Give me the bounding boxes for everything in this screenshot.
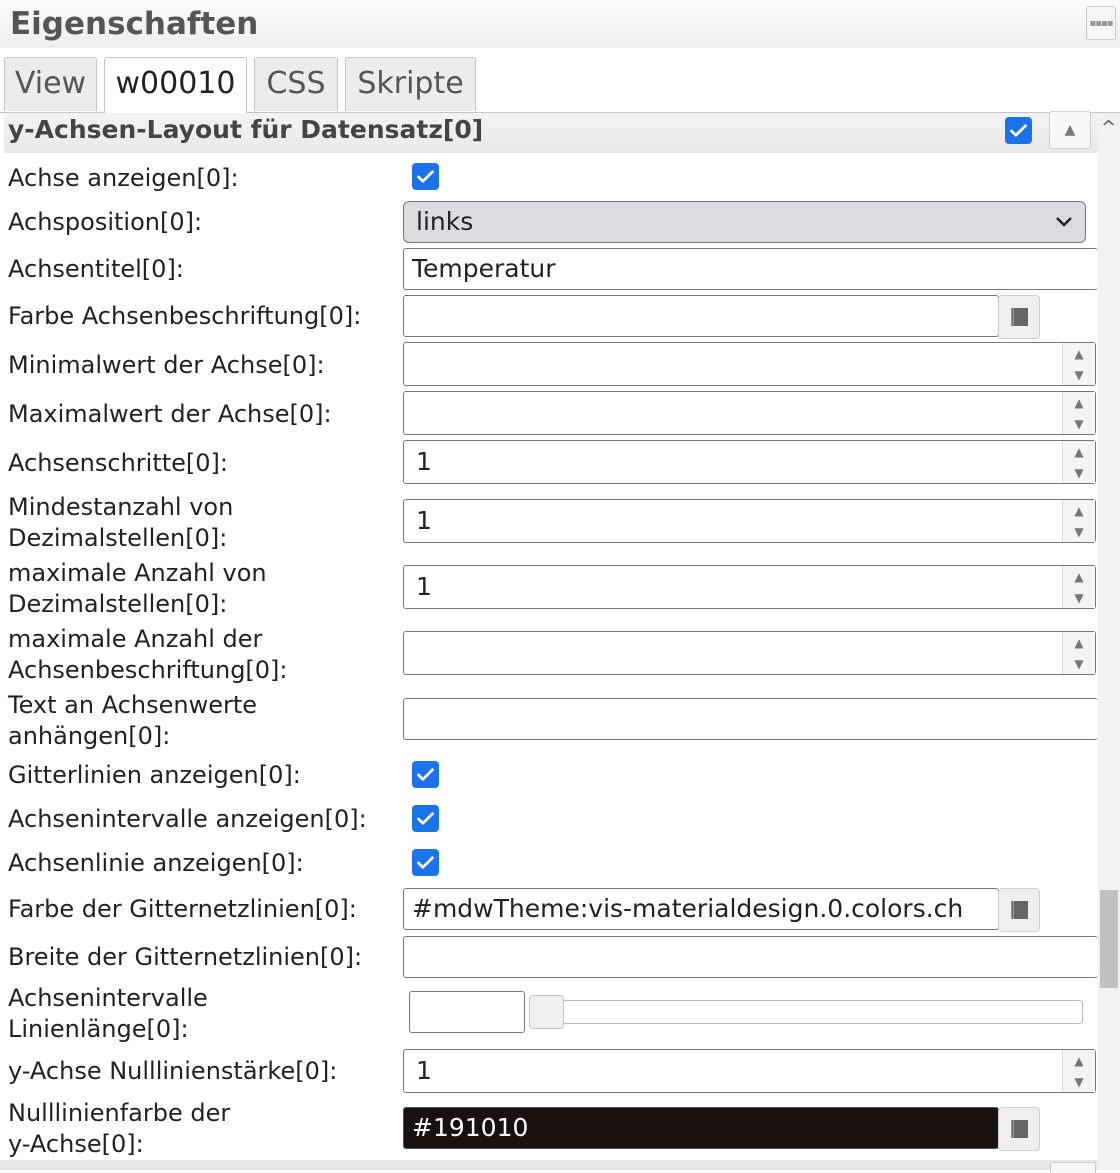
axis-title-label: Achsentitel[0]: — [8, 255, 184, 283]
zero-line-width-input[interactable]: 1 ▲ ▼ — [403, 1049, 1096, 1093]
caret-up-icon[interactable]: ▲ — [1074, 637, 1083, 649]
show-gridlines-label: Gitterlinien anzeigen[0]: — [8, 761, 301, 789]
zero-line-color-input[interactable]: #191010 — [403, 1107, 999, 1149]
axis-position-select[interactable]: links — [403, 201, 1086, 243]
caret-down-icon[interactable]: ▼ — [1074, 592, 1083, 604]
grip-icon[interactable]: ▪▪▪▪ — [1086, 6, 1116, 40]
panel-title: Eigenschaften — [10, 6, 259, 42]
min-decimals-label-line1: Mindestanzahl von — [8, 493, 234, 521]
caret-up-icon[interactable]: ▲ — [1074, 446, 1083, 458]
section-header: y-Achsen-Layout für Datensatz[0] ▲ — [4, 111, 1098, 153]
max-decimals-input[interactable]: 1 ▲ ▼ — [403, 565, 1096, 609]
axis-min-label: Minimalwert der Achse[0]: — [8, 351, 325, 379]
scrollbar[interactable]: ^ — [1098, 113, 1120, 1170]
grid-width-label: Breite der Gitternetzlinien[0]: — [8, 943, 363, 971]
max-axis-labels-input[interactable]: ▲ ▼ — [403, 631, 1096, 675]
caret-down-icon[interactable]: ▼ — [1074, 418, 1083, 430]
chevron-up-icon[interactable]: ^ — [1101, 117, 1116, 138]
panel-titlebar: Eigenschaften ▪▪▪▪ — [0, 0, 1120, 49]
axis-position-value: links — [416, 207, 474, 236]
axis-max-label: Maximalwert der Achse[0]: — [8, 400, 332, 428]
axis-label-color-input[interactable] — [403, 295, 999, 337]
interval-length-slider-handle[interactable] — [529, 995, 564, 1029]
axis-min-input[interactable]: ▲ ▼ — [403, 342, 1096, 386]
tab-css[interactable]: CSS — [254, 57, 338, 111]
max-decimals-label-line1: maximale Anzahl von — [8, 559, 267, 587]
scrollbar-thumb[interactable] — [1100, 890, 1118, 988]
max-axis-labels-spinner[interactable]: ▲ ▼ — [1062, 632, 1095, 674]
check-icon — [417, 812, 434, 825]
zero-line-width-value: 1 — [416, 1056, 432, 1085]
interval-length-slider-track[interactable] — [529, 1000, 1083, 1024]
caret-up-icon[interactable]: ▲ — [1074, 397, 1083, 409]
zero-line-color-label-line2: y-Achse[0]: — [8, 1130, 144, 1158]
max-decimals-spinner[interactable]: ▲ ▼ — [1062, 566, 1095, 608]
axis-position-label: Achsposition[0]: — [8, 208, 203, 236]
caret-down-icon[interactable]: ▼ — [1074, 1076, 1083, 1088]
min-decimals-input[interactable]: 1 ▲ ▼ — [403, 499, 1096, 543]
grid-color-input[interactable]: #mdwTheme:vis-materialdesign.0.colors.ch — [403, 888, 999, 930]
color-picker-icon[interactable] — [998, 1107, 1040, 1151]
append-text-input[interactable] — [403, 698, 1098, 740]
axis-label-color-label: Farbe Achsenbeschriftung[0]: — [8, 302, 362, 330]
show-axis-label: Achse anzeigen[0]: — [8, 164, 239, 192]
caret-up-icon[interactable]: ▲ — [1074, 505, 1083, 517]
zero-line-width-spinner[interactable]: ▲ ▼ — [1062, 1050, 1095, 1092]
section-enabled-checkbox[interactable] — [1005, 117, 1032, 144]
tab-view[interactable]: View — [4, 57, 97, 111]
max-decimals-value: 1 — [416, 572, 432, 601]
check-icon — [1010, 124, 1027, 137]
interval-length-label-line2: Linienlänge[0]: — [8, 1015, 189, 1043]
axis-min-spinner[interactable]: ▲ ▼ — [1062, 343, 1095, 385]
next-section-strip — [0, 1160, 1098, 1170]
append-text-label-line2: anhängen[0]: — [8, 722, 171, 750]
append-text-label-line1: Text an Achsenwerte — [8, 691, 258, 719]
caret-up-icon[interactable]: ▲ — [1074, 348, 1083, 360]
zero-line-width-label: y-Achse Nulllinienstärke[0]: — [8, 1057, 338, 1085]
axis-max-spinner[interactable]: ▲ ▼ — [1062, 392, 1095, 434]
show-axis-line-label: Achsenlinie anzeigen[0]: — [8, 849, 304, 877]
show-axis-checkbox[interactable] — [412, 163, 439, 190]
show-intervals-label: Achsenintervalle anzeigen[0]: — [8, 805, 367, 833]
tab-bar: View w00010 CSS Skripte — [0, 48, 1120, 113]
tab-widget[interactable]: w00010 — [104, 57, 247, 113]
axis-steps-input[interactable]: 1 ▲ ▼ — [403, 440, 1096, 484]
check-icon — [417, 768, 434, 781]
color-picker-icon[interactable] — [998, 295, 1040, 339]
caret-down-icon[interactable]: ▼ — [1074, 526, 1083, 538]
caret-down-icon[interactable]: ▼ — [1074, 369, 1083, 381]
interval-length-input[interactable] — [409, 991, 525, 1033]
grid-color-label: Farbe der Gitternetzlinien[0]: — [8, 895, 357, 923]
min-decimals-spinner[interactable]: ▲ ▼ — [1062, 500, 1095, 542]
max-axis-labels-label-line2: Achsenbeschriftung[0]: — [8, 656, 288, 684]
tab-scripts[interactable]: Skripte — [345, 57, 476, 111]
caret-up-icon: ▲ — [1064, 122, 1076, 138]
axis-max-input[interactable]: ▲ ▼ — [403, 391, 1096, 435]
min-decimals-label-line2: Dezimalstellen[0]: — [8, 524, 228, 552]
axis-steps-value: 1 — [416, 447, 432, 476]
axis-title-input[interactable]: Temperatur — [403, 248, 1098, 290]
max-decimals-label-line2: Dezimalstellen[0]: — [8, 590, 228, 618]
max-axis-labels-label-line1: maximale Anzahl der — [8, 625, 263, 653]
section-title: y-Achsen-Layout für Datensatz[0] — [8, 115, 484, 144]
min-decimals-value: 1 — [416, 506, 432, 535]
caret-up-icon[interactable]: ▲ — [1074, 1055, 1083, 1067]
color-picker-icon[interactable] — [998, 888, 1040, 932]
grid-width-input[interactable] — [403, 936, 1098, 978]
show-intervals-checkbox[interactable] — [412, 805, 439, 832]
zero-line-color-label-line1: Nulllinienfarbe der — [8, 1099, 231, 1127]
check-icon — [417, 856, 434, 869]
axis-steps-spinner[interactable]: ▲ ▼ — [1062, 441, 1095, 483]
axis-steps-label: Achsenschritte[0]: — [8, 449, 228, 477]
next-section-button[interactable] — [1050, 1162, 1096, 1173]
collapse-button[interactable]: ▲ — [1049, 111, 1091, 149]
caret-down-icon[interactable]: ▼ — [1074, 658, 1083, 670]
caret-down-icon[interactable]: ▼ — [1074, 467, 1083, 479]
interval-length-label-line1: Achsenintervalle — [8, 984, 208, 1012]
show-axis-line-checkbox[interactable] — [412, 849, 439, 876]
caret-up-icon[interactable]: ▲ — [1074, 571, 1083, 583]
check-icon — [417, 170, 434, 183]
show-gridlines-checkbox[interactable] — [412, 761, 439, 788]
